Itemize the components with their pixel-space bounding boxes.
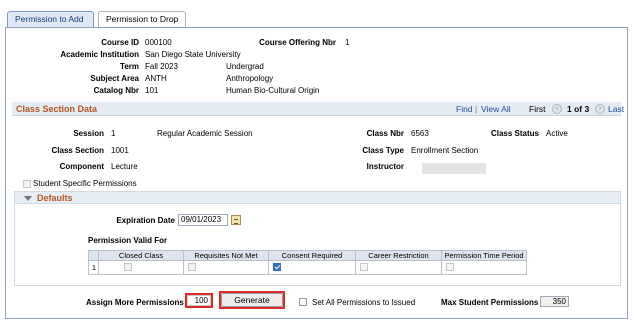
session-label: Session [73,129,104,138]
tab-permission-to-drop[interactable]: Permission to Drop [98,11,186,28]
defaults-title: Defaults [37,193,73,203]
permission-time-period-checkbox[interactable] [446,263,454,271]
course-id-value: 000100 [145,38,172,47]
set-all-checkbox[interactable] [299,298,307,306]
tab-permission-to-add[interactable]: Permission to Add [7,11,94,28]
row-number-header [88,250,99,261]
career-restriction-cell [355,260,442,275]
permission-time-period-header: Permission Time Period [441,250,527,261]
career-restriction-header: Career Restriction [355,250,442,261]
class-type-label: Class Type [362,146,404,155]
find-link[interactable]: Find [456,104,473,114]
last-link[interactable]: Last [608,104,624,114]
permission-valid-label: Permission Valid For [88,236,168,245]
previous-icon[interactable]: ‹ [552,104,562,114]
consent-required-cell [268,260,356,275]
table-row: 1 [88,260,527,275]
career-restriction-checkbox[interactable] [360,263,368,271]
subject-label: Subject Area [90,74,139,83]
catalog-value: 101 [145,86,159,95]
subject-description: Anthropology [226,74,274,83]
expiration-date-label: Expiration Date [116,216,175,225]
generate-button[interactable]: Generate [221,293,283,307]
calendar-icon[interactable] [231,215,241,225]
course-id-label: Course ID [101,38,139,47]
term-label: Term [120,62,139,71]
collapse-triangle-icon[interactable] [24,196,32,201]
assign-more-label: Assign More Permissions [86,298,184,307]
row-number: 1 [88,260,99,275]
defaults-header[interactable]: Defaults [14,191,621,204]
component-label: Component [59,162,104,171]
term-value: Fall 2023 [145,62,178,71]
closed-class-checkbox[interactable] [124,263,132,271]
class-section-header: Class Section Data Find | View All First… [12,102,624,116]
requisites-not-met-header: Requisites Not Met [183,250,269,261]
permission-table: Closed Class Requisites Not Met Consent … [88,250,527,275]
record-count: 1 of 3 [567,104,590,114]
class-status-value: Active [546,129,568,138]
first-label: First [529,104,546,114]
assign-more-input[interactable]: 100 [187,295,211,306]
class-section-title: Class Section Data [16,104,98,114]
consent-required-checkbox[interactable] [273,263,281,271]
nav-separator: | [475,104,478,114]
student-specific-checkbox[interactable] [23,180,31,188]
component-value: Lecture [111,162,138,171]
requisites-not-met-checkbox[interactable] [188,263,196,271]
class-type-value: Enrollment Section [411,146,479,155]
class-nbr-value: 6563 [411,129,429,138]
student-specific-label: Student Specific Permissions [33,179,137,188]
class-status-label: Class Status [490,129,539,138]
session-description: Regular Academic Session [157,129,253,138]
institution-value: San Diego State University [145,50,241,59]
class-section-label: Class Section [51,146,104,155]
max-permissions-label: Max Student Permissions [441,298,539,307]
closed-class-cell [98,260,184,275]
closed-class-header: Closed Class [98,250,184,261]
institution-label: Academic Institution [60,50,139,59]
catalog-label: Catalog Nbr [93,86,139,95]
requisites-not-met-cell [183,260,269,275]
course-offering-label: Course Offering Nbr [259,38,336,47]
catalog-description: Human Bio-Cultural Origin [226,86,320,95]
permission-time-period-cell [441,260,527,275]
expiration-date-input[interactable]: 09/01/2023 [178,214,228,226]
set-all-label: Set All Permissions to Issued [312,298,416,307]
consent-required-header: Consent Required [268,250,356,261]
class-nbr-label: Class Nbr [366,129,404,138]
instructor-label: Instructor [366,162,404,171]
max-permissions-value: 350 [540,296,569,307]
view-all-link[interactable]: View All [481,104,511,114]
session-value: 1 [111,129,116,138]
instructor-redacted [422,163,486,174]
subject-value: ANTH [145,74,167,83]
next-icon[interactable]: › [595,104,605,114]
career-value: Undergrad [226,62,264,71]
course-offering-value: 1 [345,38,350,47]
class-section-value: 1001 [111,146,129,155]
